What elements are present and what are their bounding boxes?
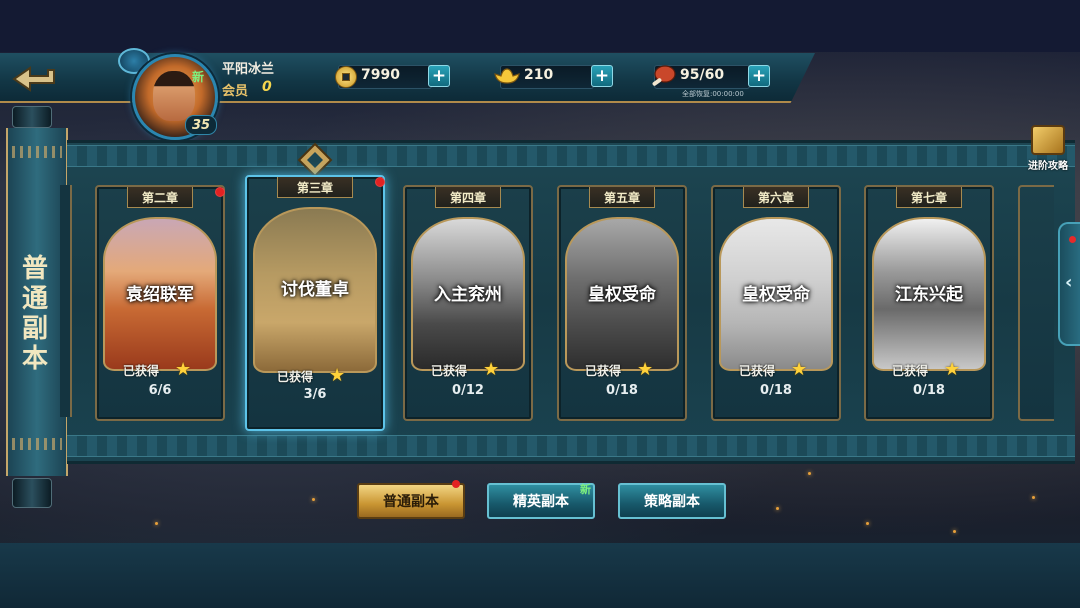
copper-value: 7990 [361,67,400,83]
obtained-label: 已获得 [277,370,314,384]
ember-spark [312,498,315,501]
elite-new-badge: 新 [580,483,591,496]
obtained-label: 已获得 [123,364,160,378]
chapter-number: 第二章 [141,191,178,205]
player-name: 平阳冰兰 [222,62,275,77]
scroll-bottom-rod [12,478,52,508]
stamina-value: 95/60 [680,67,725,83]
previous-card-edge [60,185,72,417]
chapter-card-6[interactable]: 第六章 皇权受命 已获得 ★ 0/18 [711,185,841,421]
star-icon: ★ [637,359,654,380]
panel-bottom-band [67,435,1075,457]
obtained-label: 已获得 [431,364,468,378]
chevron-left-icon: ‹ [1065,272,1073,293]
bottom-band [0,543,1080,608]
chapter-name: 皇权受命 [742,285,810,305]
avatar-new-badge: 新 [192,70,205,84]
advanced-guide-button[interactable]: 进阶攻略 [1022,125,1074,172]
strategy-dungeon-button[interactable]: 策略副本 [618,483,726,519]
chapter-card-5[interactable]: 第五章 皇权受命 已获得 ★ 0/18 [557,185,687,421]
chapter-number: 第五章 [603,191,640,205]
stamina-recover-timer: 全部恢复:00:00:00 [682,90,744,98]
normal-dungeon-red-dot [452,480,460,488]
chapter-name: 讨伐董卓 [281,280,349,300]
ember-spark [808,472,811,475]
ember-spark [866,522,869,525]
selected-pointer-icon [297,142,333,178]
scroll-top-rod [12,106,52,128]
gold-ingot-icon [494,68,520,84]
add-stamina-button[interactable]: + [748,65,770,87]
scroll-mode-title: 普通副本 [21,254,48,374]
gold-value: 210 [524,67,554,83]
chapter-red-dot [215,187,225,197]
elite-dungeon-button[interactable]: 精英副本 [487,483,595,519]
chapter-progress: 0/18 [606,383,638,398]
chapter-number: 第四章 [449,191,486,205]
scroll-pattern [12,438,62,450]
chapter-number: 第七章 [910,191,947,205]
chapter-card-7[interactable]: 第七章 江东兴起 已获得 ★ 0/18 [864,185,994,421]
level-badge: 35 [185,115,217,135]
normal-dungeon-button[interactable]: 普通副本 [357,483,465,519]
add-copper-button[interactable]: + [428,65,450,87]
vip-label: 会员 [222,84,249,99]
ember-spark [776,507,779,510]
back-button[interactable] [8,60,68,98]
chapter-red-dot [375,177,385,187]
book-icon [1031,125,1065,155]
scroll-right-button[interactable]: ‹ [1058,222,1080,346]
meat-icon [652,65,676,86]
chapter-progress: 0/18 [913,383,945,398]
next-chapter-card-partial[interactable] [1018,185,1054,421]
obtained-label: 已获得 [739,364,776,378]
obtained-label: 已获得 [892,364,929,378]
back-arrow-icon [12,66,55,92]
chapter-card-2[interactable]: 第二章 袁绍联军 已获得 ★ 6/6 [95,185,225,421]
ember-spark [155,522,158,525]
chapter-card-4[interactable]: 第四章 入主兖州 已获得 ★ 0/12 [403,185,533,421]
star-icon: ★ [175,359,192,380]
star-icon: ★ [483,359,500,380]
chapter-number: 第三章 [296,181,333,195]
star-icon: ★ [329,365,346,386]
chapter-name: 入主兖州 [434,285,502,305]
star-icon: ★ [791,359,808,380]
chapter-card-3[interactable]: 第三章 讨伐董卓 已获得 ★ 3/6 [245,175,385,431]
add-gold-button[interactable]: + [591,65,613,87]
chapter-name: 江东兴起 [895,285,963,305]
chapter-progress: 0/18 [760,383,792,398]
chapter-name: 皇权受命 [588,285,656,305]
ember-spark [1032,496,1035,499]
obtained-label: 已获得 [585,364,622,378]
chapter-number: 第六章 [757,191,794,205]
star-icon: ★ [944,359,961,380]
scroll-pattern [12,146,62,158]
chapter-progress: 3/6 [303,387,327,402]
coin-icon [335,66,357,88]
avatar-portrait [153,71,195,121]
vip-level: 0 [262,79,272,95]
panel-top-band [67,145,1075,167]
ember-spark [953,530,956,533]
scroll-red-dot [1069,236,1076,243]
chapter-progress: 0/12 [452,383,484,398]
guide-label: 进阶攻略 [1028,161,1068,172]
top-dark-band [0,0,1080,52]
chapter-name: 袁绍联军 [126,285,194,305]
chapter-progress: 6/6 [148,383,172,398]
